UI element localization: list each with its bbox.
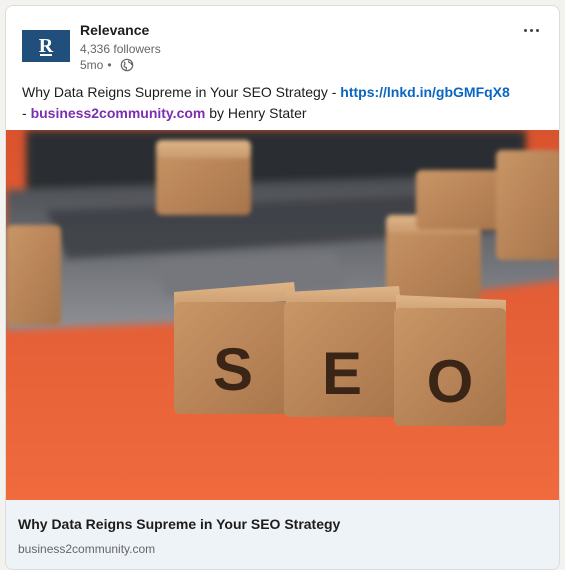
post-text: Why Data Reigns Supreme in Your SEO Stra…: [22, 82, 539, 124]
ellipsis-icon-dot: [529, 28, 533, 32]
post-text-suffix: by Henry Stater: [209, 105, 307, 121]
block-e-letter: E: [322, 340, 362, 407]
post-header: R Relevance 4,336 followers 5mo •: [22, 18, 543, 78]
post-age: 5mo: [80, 58, 104, 72]
company-name[interactable]: Relevance: [80, 22, 149, 38]
company-logo[interactable]: R: [22, 30, 70, 62]
preview-source: business2community.com: [18, 542, 156, 556]
block-o-letter: O: [427, 348, 474, 415]
follower-count: 4,336 followers: [80, 42, 161, 56]
globe-icon: [120, 58, 133, 72]
short-link[interactable]: https://lnkd.in/gbGMFqX8: [340, 84, 510, 100]
more-options-button[interactable]: [519, 20, 543, 40]
article-image[interactable]: S E O: [6, 130, 559, 500]
preview-title[interactable]: Why Data Reigns Supreme in Your SEO Stra…: [18, 516, 340, 532]
post-card: R Relevance 4,336 followers 5mo • Why Da…: [5, 5, 560, 570]
link-preview[interactable]: Why Data Reigns Supreme in Your SEO Stra…: [6, 500, 559, 569]
seo-blocks-illustration: S E O: [6, 130, 559, 500]
post-text-prefix: Why Data Reigns Supreme in Your SEO Stra…: [22, 84, 337, 100]
post-text-dash: -: [22, 105, 27, 121]
logo-underline: [40, 54, 52, 56]
ellipsis-icon-dot: [523, 28, 527, 32]
post-meta: 5mo •: [80, 58, 134, 72]
block-s-letter: S: [213, 336, 253, 403]
site-link[interactable]: business2community.com: [31, 105, 206, 121]
ellipsis-icon-dot: [535, 28, 539, 32]
meta-separator: •: [107, 58, 112, 72]
